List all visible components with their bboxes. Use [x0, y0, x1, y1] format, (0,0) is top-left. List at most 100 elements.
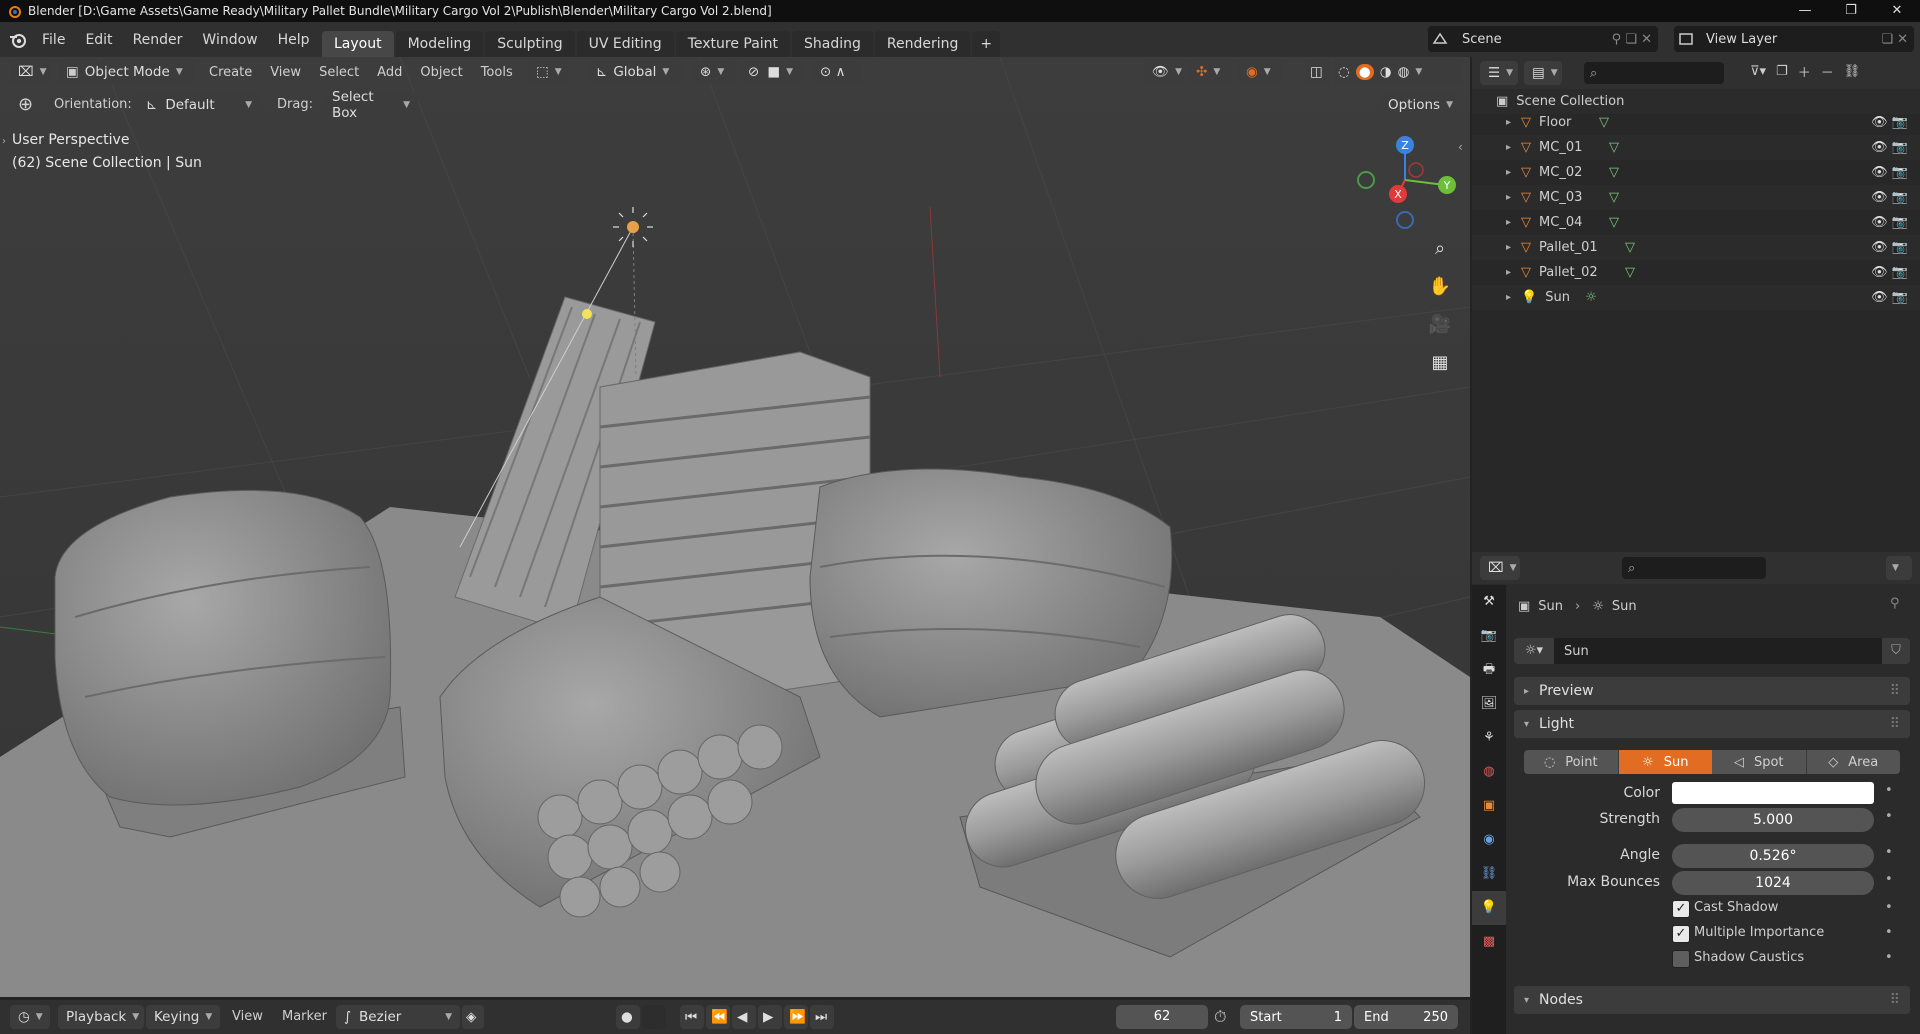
- physics-tab-icon[interactable]: ◉: [1472, 823, 1506, 857]
- color-swatch[interactable]: [1672, 782, 1874, 804]
- outliner-editor-type[interactable]: ☰ ▼: [1480, 61, 1518, 85]
- tab-uv-editing[interactable]: UV Editing: [576, 31, 674, 57]
- transform-tool-icon[interactable]: ⊕: [18, 94, 33, 115]
- light-type-spot[interactable]: ◁ Spot: [1712, 750, 1807, 774]
- outliner-row[interactable]: ▸ ▽ MC_04 ▽ 👁 📷: [1472, 210, 1920, 235]
- new-collection-icon[interactable]: ❐: [1776, 64, 1788, 79]
- stopwatch-icon[interactable]: ⏱: [1214, 1007, 1226, 1027]
- light-type-point[interactable]: ◌ Point: [1524, 750, 1619, 774]
- covered-cargo-left[interactable]: [54, 489, 406, 838]
- expand-arrow-icon[interactable]: ▸: [1506, 142, 1511, 153]
- overlays-toggle[interactable]: ◉ ▼: [1238, 60, 1282, 84]
- wireframe-shading-icon[interactable]: ◌: [1338, 64, 1350, 80]
- solid-shading-icon[interactable]: ●: [1355, 64, 1374, 80]
- angle-field[interactable]: 0.526°: [1672, 844, 1874, 868]
- menu-add[interactable]: Add: [368, 65, 411, 80]
- keyframe-type-button[interactable]: ◈: [462, 1005, 484, 1029]
- menu-render[interactable]: Render: [123, 32, 193, 48]
- tab-layout[interactable]: Layout: [322, 31, 394, 57]
- light-type-area[interactable]: ◇ Area: [1807, 750, 1901, 774]
- jump-start-button[interactable]: ⏮: [680, 1005, 704, 1029]
- filter-icon[interactable]: ⊽▾: [1750, 64, 1766, 79]
- keyframe-dot-icon[interactable]: •: [1885, 925, 1893, 940]
- jump-keyframe-back-button[interactable]: ⏪: [706, 1005, 730, 1029]
- expand-arrow-icon[interactable]: ▸: [1506, 167, 1511, 178]
- jump-keyframe-forward-button[interactable]: ⏩: [784, 1005, 808, 1029]
- menu-file[interactable]: File: [32, 32, 75, 48]
- object-mode-dropdown[interactable]: ▣ Object Mode ▼: [58, 60, 194, 84]
- drag-handle-icon[interactable]: ⠿: [1890, 992, 1900, 1008]
- menu-select[interactable]: Select: [310, 65, 368, 80]
- timeline-editor-type[interactable]: ◷ ▼: [10, 1005, 50, 1029]
- tab-sculpting[interactable]: Sculpting: [485, 31, 575, 57]
- view-layer-name[interactable]: View Layer: [1706, 32, 1777, 47]
- snap-tool-button[interactable]: ⬚ ▼: [528, 60, 568, 84]
- light-data-tab-icon[interactable]: 💡: [1472, 891, 1506, 925]
- keyframe-dot-icon[interactable]: •: [1885, 783, 1893, 798]
- tool-tab-icon[interactable]: ⚒: [1472, 585, 1506, 619]
- outliner-row[interactable]: ▸ ▽ Pallet_01 ▽ 👁 📷: [1472, 235, 1920, 260]
- visibility-eye-icon[interactable]: 👁 📷: [1871, 215, 1908, 230]
- current-frame-field[interactable]: 62: [1116, 1005, 1208, 1029]
- visibility-eye-icon[interactable]: 👁 📷: [1871, 190, 1908, 205]
- remove-icon[interactable]: －: [1821, 62, 1834, 81]
- shading-modes[interactable]: ◌ ● ◑ ◍ ▼: [1334, 60, 1462, 84]
- play-button[interactable]: ▶: [758, 1005, 782, 1029]
- perspective-grid-icon[interactable]: ▦: [1424, 352, 1456, 390]
- keyframe-dot-icon[interactable]: •: [1885, 809, 1893, 824]
- scene-icon[interactable]: [1432, 31, 1448, 47]
- world-tab-icon[interactable]: ◍: [1472, 755, 1506, 789]
- strength-field[interactable]: 5.000: [1672, 808, 1874, 832]
- drag-dropdown[interactable]: Select Box ▼: [324, 89, 418, 121]
- view-layer-tab-icon[interactable]: 🖼: [1472, 687, 1506, 721]
- menu-window[interactable]: Window: [192, 32, 267, 48]
- outliner-row[interactable]: ▸ ▽ MC_02 ▽ 👁 📷: [1472, 160, 1920, 185]
- outliner-row[interactable]: ▸ 💡 Sun ☼ 👁 📷: [1472, 285, 1920, 310]
- properties-editor-type[interactable]: ⌧ ▼: [1480, 556, 1520, 580]
- tab-shading[interactable]: Shading: [792, 31, 873, 57]
- cast-shadow-checkbox[interactable]: ✓: [1672, 900, 1690, 918]
- display-mode-dropdown[interactable]: ▤ ▼: [1524, 61, 1562, 85]
- expand-arrow-icon[interactable]: ▸: [1506, 192, 1511, 203]
- view-layer-actions-icon[interactable]: ❏ ✕: [1881, 32, 1908, 47]
- navigation-gizmo[interactable]: Z Y X: [1350, 130, 1460, 240]
- zoom-icon[interactable]: ⌕: [1424, 238, 1456, 276]
- keying-menu[interactable]: Keying ▼: [146, 1005, 220, 1029]
- expand-arrow-icon[interactable]: ▸: [1506, 217, 1511, 228]
- start-frame-field[interactable]: Start 1: [1240, 1005, 1352, 1029]
- maximize-button[interactable]: ❐: [1828, 0, 1874, 22]
- snapping-button[interactable]: ⊘ ■ ▼: [740, 60, 804, 84]
- constraints-tab-icon[interactable]: ⛓: [1472, 857, 1506, 891]
- camera-view-icon[interactable]: 🎥: [1424, 314, 1456, 352]
- editor-type-button[interactable]: ⌧ ▼: [10, 60, 50, 84]
- menu-tools[interactable]: Tools: [472, 65, 522, 80]
- menu-help[interactable]: Help: [268, 32, 320, 48]
- gizmo-toggle[interactable]: ✣ ▼: [1188, 60, 1232, 84]
- light-datablock-selector[interactable]: ☼▾ Sun ⛉: [1514, 638, 1910, 664]
- record-button[interactable]: ●: [616, 1005, 640, 1029]
- nodes-panel-header[interactable]: ▾ Nodes ⠿: [1514, 986, 1910, 1014]
- expand-arrow-icon[interactable]: ▸: [1506, 267, 1511, 278]
- properties-search-input[interactable]: ⌕: [1622, 557, 1766, 579]
- close-button[interactable]: ✕: [1874, 0, 1920, 22]
- keyframe-dot-icon[interactable]: •: [1885, 845, 1893, 860]
- max-bounces-field[interactable]: 1024: [1672, 871, 1874, 895]
- menu-view[interactable]: View: [261, 65, 310, 80]
- minimize-button[interactable]: —: [1782, 0, 1828, 22]
- 3d-viewport[interactable]: [0, 57, 1470, 997]
- play-reverse-button[interactable]: ◀: [732, 1005, 756, 1029]
- outliner-row[interactable]: ▸ ▽ Floor ▽ 👁 📷: [1472, 110, 1920, 135]
- pin-scene-icon[interactable]: ⚲ ❏ ✕: [1612, 32, 1652, 47]
- timeline-view-menu[interactable]: View: [232, 1009, 263, 1024]
- multiple-importance-checkbox[interactable]: ✓: [1672, 925, 1690, 943]
- add-workspace-button[interactable]: +: [972, 31, 1001, 57]
- texture-tab-icon[interactable]: ▩: [1472, 925, 1506, 959]
- expand-arrow-icon[interactable]: ▸: [1506, 242, 1511, 253]
- blender-menu-icon[interactable]: [8, 30, 28, 50]
- outliner-row[interactable]: ▸ ▽ MC_03 ▽ 👁 📷: [1472, 185, 1920, 210]
- outliner-row[interactable]: ▸ ▽ MC_01 ▽ 👁 📷: [1472, 135, 1920, 160]
- keyframe-dot-icon[interactable]: •: [1885, 900, 1893, 915]
- tab-texture-paint[interactable]: Texture Paint: [675, 31, 791, 57]
- drag-handle-icon[interactable]: ⠿: [1890, 683, 1900, 699]
- scene-tab-icon[interactable]: ⚘: [1472, 721, 1506, 755]
